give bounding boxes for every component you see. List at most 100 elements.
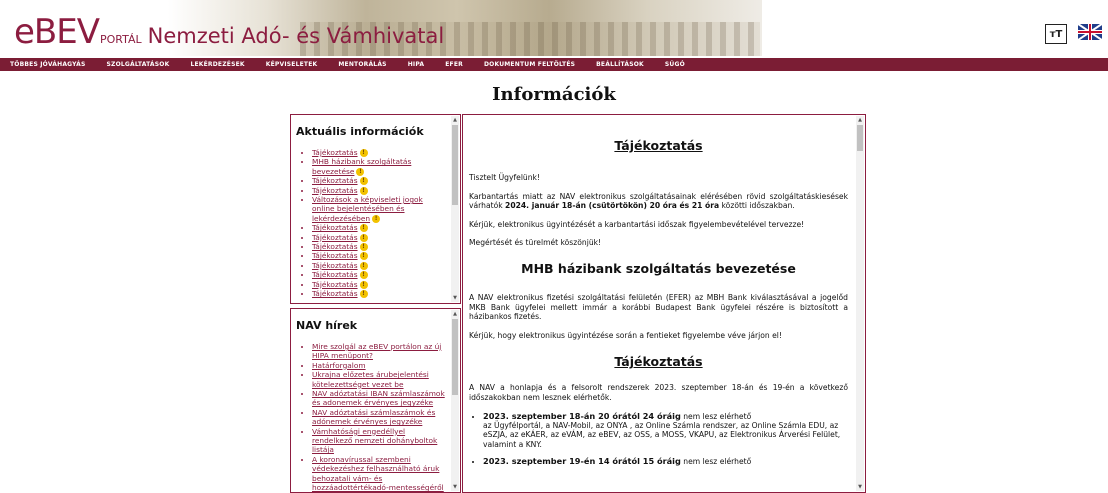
logo[interactable]: e BEV PORTÁL Nemzeti Adó- és Vámhivatal — [14, 12, 444, 52]
hirek-link[interactable]: Vámhatósági engedéllyel rendelkező nemze… — [312, 427, 437, 455]
warning-icon: ! — [359, 177, 368, 186]
font-size-button[interactable]: тT — [1045, 24, 1067, 44]
aktualis-link[interactable]: Tájékoztatás — [312, 223, 358, 232]
nav-mentoralas[interactable]: MENTORÁLÁS — [338, 61, 386, 68]
aktualis-item: Tájékoztatás! — [312, 261, 446, 270]
aktualis-heading: Aktuális információk — [296, 125, 424, 138]
warning-icon: ! — [359, 271, 368, 280]
logo-portal: PORTÁL — [100, 33, 142, 46]
nav-tobbes-jovahagyas[interactable]: TÖBBES JÓVÁHAGYÁS — [10, 61, 86, 68]
list-item: 2023. szeptember 19-én 14 órától 15 órái… — [483, 456, 848, 466]
aktualis-item: Tájékoztatás! — [312, 223, 446, 233]
nav-hirek-panel: NAV hírek Mire szolgál az eBEV portálon … — [290, 308, 461, 493]
hirek-item: Határforgalom — [312, 361, 446, 370]
outage-list: 2023. szeptember 18-án 20 órától 24 órái… — [469, 411, 848, 467]
agency-name: Nemzeti Adó- és Vámhivatal — [147, 24, 445, 48]
warning-icon: ! — [359, 233, 368, 242]
warning-icon: ! — [359, 243, 368, 252]
paragraph: Megértését és türelmét köszönjük! — [469, 238, 602, 248]
nav-kepviseletek[interactable]: KÉPVISELETEK — [266, 61, 318, 68]
nav-hipa[interactable]: HIPA — [408, 61, 425, 68]
uk-flag-icon[interactable] — [1078, 24, 1102, 40]
nav-efer[interactable]: EFER — [445, 61, 463, 68]
aktualis-item: Tájékoztatás! — [312, 233, 446, 242]
hirek-link[interactable]: NAV adóztatási számlaszámok és adónemek … — [312, 408, 435, 426]
aktualis-link[interactable]: Tájékoztatás — [312, 233, 358, 242]
aktualis-link[interactable]: Tájékoztatás — [312, 289, 358, 298]
hirek-item: A koronavírussal szembeni védekezéshez f… — [312, 455, 446, 492]
logo-e: e — [14, 12, 35, 52]
list-item: 2023. szeptember 18-án 20 órától 24 órái… — [483, 411, 848, 450]
hirek-scrollbar[interactable]: ▲ ▼ — [451, 310, 459, 491]
warning-icon: ! — [356, 167, 365, 176]
hirek-list: Mire szolgál az eBEV portálon az új HIPA… — [291, 342, 460, 492]
hirek-link[interactable]: Ukrajna előzetes árubejelentési köteleze… — [312, 370, 429, 388]
aktualis-item: Tájékoztatás! — [312, 251, 446, 261]
nav-beallitasok[interactable]: BEÁLLÍTÁSOK — [596, 61, 644, 68]
aktualis-link[interactable]: Tájékoztatás — [312, 242, 358, 251]
hirek-link[interactable]: NAV adóztatási IBAN számlaszámok és adon… — [312, 389, 445, 407]
aktualis-item: Tájékoztatás! — [312, 148, 446, 157]
paragraph: Kérjük, elektronikus ügyintézését a karb… — [469, 219, 805, 229]
warning-icon: ! — [359, 290, 368, 299]
aktualis-link[interactable]: Tájékoztatás — [312, 186, 358, 195]
section-title: MHB házibank szolgáltatás bevezetése — [521, 260, 796, 276]
aktualis-link[interactable]: Tájékoztatás — [312, 148, 358, 157]
nav-szolgaltatasok[interactable]: SZOLGÁLTATÁSOK — [107, 61, 170, 68]
content-panel: Tájékoztatás Tisztelt Ügyfelünk! Karbant… — [462, 114, 866, 493]
main-nav: TÖBBES JÓVÁHAGYÁS SZOLGÁLTATÁSOK LEKÉRDE… — [0, 58, 1108, 71]
hirek-link[interactable]: Mire szolgál az eBEV portálon az új HIPA… — [312, 342, 441, 360]
nav-lekerdezesek[interactable]: LEKÉRDEZÉSEK — [190, 61, 244, 68]
aktualis-link[interactable]: Tájékoztatás — [312, 261, 358, 270]
scroll-thumb[interactable] — [452, 125, 458, 205]
warning-icon: ! — [359, 186, 368, 195]
scroll-down-icon[interactable]: ▼ — [451, 483, 459, 491]
aktualis-list: Tájékoztatás!MHB házibank szolgáltatás b… — [291, 148, 460, 299]
paragraph: A NAV elektronikus fizetési szolgáltatás… — [469, 292, 848, 322]
warning-icon: ! — [372, 214, 381, 223]
aktualis-link[interactable]: Változások a képviseleti jogok online be… — [312, 195, 423, 223]
scroll-up-icon[interactable]: ▲ — [451, 310, 459, 318]
hirek-heading: NAV hírek — [296, 319, 358, 332]
paragraph: Karbantartás miatt az NAV elektronikus s… — [469, 191, 848, 211]
header: e BEV PORTÁL Nemzeti Adó- és Vámhivatal тT — [0, 0, 1108, 58]
scroll-down-icon[interactable]: ▼ — [451, 294, 459, 302]
aktualis-link[interactable]: Tájékoztatás — [312, 176, 358, 185]
aktualis-scrollbar[interactable]: ▲ ▼ — [451, 116, 459, 302]
hirek-item: Vámhatósági engedéllyel rendelkező nemze… — [312, 427, 446, 455]
aktualis-item: Tájékoztatás! — [312, 289, 446, 299]
hirek-item: NAV adóztatási számlaszámok és adónemek … — [312, 408, 446, 427]
aktualis-item: MHB házibank szolgáltatás bevezetése! — [312, 157, 446, 176]
paragraph: A NAV a honlapja és a felsorolt rendszer… — [469, 383, 848, 402]
aktualis-link[interactable]: Tájékoztatás — [312, 270, 358, 279]
scroll-down-icon[interactable]: ▼ — [856, 483, 864, 491]
hirek-item: Mire szolgál az eBEV portálon az új HIPA… — [312, 342, 446, 361]
content-scrollbar[interactable]: ▲ ▼ — [856, 116, 864, 491]
nav-sugo[interactable]: SÚGÓ — [665, 61, 685, 68]
warning-icon: ! — [359, 280, 368, 289]
hirek-link[interactable]: A koronavírussal szembeni védekezéshez f… — [312, 455, 444, 492]
aktualis-link[interactable]: Tájékoztatás — [312, 251, 358, 260]
warning-icon: ! — [359, 224, 368, 233]
section-title: Tájékoztatás — [614, 138, 703, 153]
warning-icon: ! — [359, 252, 368, 261]
hirek-link[interactable]: Határforgalom — [312, 361, 366, 370]
scroll-thumb[interactable] — [452, 319, 458, 395]
aktualis-item: Tájékoztatás! — [312, 176, 446, 186]
page-title: Információk — [492, 84, 616, 105]
aktualis-item: Változások a képviseleti jogok online be… — [312, 195, 446, 223]
nav-dokumentum-feltoltes[interactable]: DOKUMENTUM FELTÖLTÉS — [484, 61, 575, 68]
aktualis-link[interactable]: Tájékoztatás — [312, 280, 358, 289]
hirek-item: Ukrajna előzetes árubejelentési köteleze… — [312, 370, 446, 389]
paragraph: Kérjük, hogy elektronikus ügyintézése so… — [469, 330, 782, 340]
scroll-thumb[interactable] — [857, 125, 863, 151]
logo-bev: BEV — [33, 12, 100, 52]
aktualis-item: Tájékoztatás! — [312, 242, 446, 252]
aktualis-item: Tájékoztatás! — [312, 270, 446, 280]
scroll-up-icon[interactable]: ▲ — [856, 116, 864, 124]
aktualis-item: Tájékoztatás! — [312, 186, 446, 195]
scroll-up-icon[interactable]: ▲ — [451, 116, 459, 124]
aktualis-item: Tájékoztatás! — [312, 280, 446, 289]
bold-text: 2024. január 18-án (csütörtökön) 20 óra … — [505, 201, 720, 211]
section-title: Tájékoztatás — [614, 354, 703, 370]
